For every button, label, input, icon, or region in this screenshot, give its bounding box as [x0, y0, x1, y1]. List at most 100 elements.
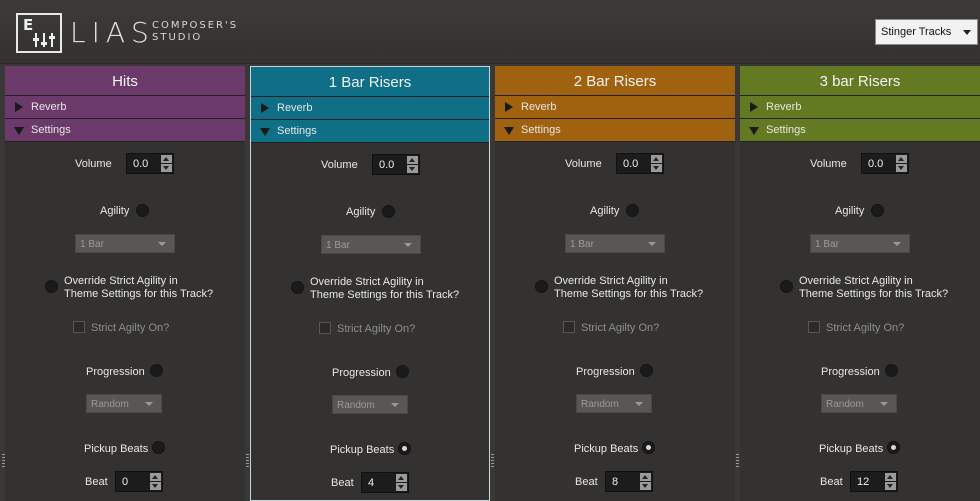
pickup-beats-radio[interactable]: [398, 442, 411, 455]
resize-grip[interactable]: [491, 454, 494, 468]
volume-value: 0.0: [133, 158, 149, 170]
progression-dropdown[interactable]: Random: [86, 394, 162, 413]
strict-agility-label: Strict Agilty On?: [337, 323, 416, 335]
reverb-section-toggle[interactable]: Reverb: [495, 96, 735, 119]
volume-spinbox[interactable]: 0.0: [861, 153, 909, 174]
beat-label: Beat: [575, 476, 598, 488]
progression-label: Progression: [332, 367, 391, 379]
increment-button[interactable]: [885, 473, 896, 481]
beat-spinbox[interactable]: 0: [115, 471, 163, 492]
increment-button[interactable]: [640, 473, 651, 481]
reverb-section-toggle[interactable]: Reverb: [740, 96, 980, 119]
progression-dropdown[interactable]: Random: [821, 394, 897, 413]
increment-button[interactable]: [407, 156, 418, 164]
reverb-label: Reverb: [31, 101, 67, 113]
logo-subtitle: COMPOSER'S STUDIO: [152, 20, 238, 44]
reverb-section-toggle[interactable]: Reverb: [5, 96, 245, 119]
track-title: 2 Bar Risers: [495, 66, 735, 96]
settings-label: Settings: [766, 124, 806, 136]
decrement-button[interactable]: [161, 164, 172, 172]
progression-radio[interactable]: [396, 365, 409, 378]
collapse-arrow-icon: [504, 127, 514, 135]
override-radio[interactable]: [45, 280, 58, 293]
increment-button[interactable]: [651, 155, 662, 163]
pickup-beats-radio[interactable]: [642, 441, 655, 454]
beat-spinbox[interactable]: 8: [605, 471, 653, 492]
agility-radio[interactable]: [136, 204, 149, 217]
progression-radio[interactable]: [150, 364, 163, 377]
beat-spinbox[interactable]: 4: [361, 472, 409, 493]
beat-value: 8: [612, 476, 619, 488]
chevron-down-icon: [145, 402, 153, 406]
override-radio[interactable]: [291, 281, 304, 294]
override-label-line2: Theme Settings for this Track?: [554, 288, 704, 300]
override-label-line1: Override Strict Agility in: [799, 275, 913, 287]
settings-section-toggle[interactable]: Settings: [5, 119, 245, 142]
increment-button[interactable]: [896, 155, 907, 163]
chevron-down-icon: [158, 242, 166, 246]
agility-bar-dropdown[interactable]: 1 Bar: [321, 235, 421, 254]
expand-arrow-icon: [505, 102, 513, 112]
pickup-beats-radio[interactable]: [152, 441, 165, 454]
strict-agility-label: Strict Agilty On?: [91, 322, 170, 334]
volume-label: Volume: [565, 158, 602, 170]
decrement-button[interactable]: [885, 482, 896, 490]
strict-agility-checkbox[interactable]: [563, 321, 575, 333]
progression-dropdown[interactable]: Random: [576, 394, 652, 413]
volume-spinbox[interactable]: 0.0: [126, 153, 174, 174]
track-panel: Hits Reverb Settings Volume 0.0 Agility …: [5, 66, 245, 501]
agility-bar-value: 1 Bar: [80, 239, 104, 250]
override-radio[interactable]: [780, 280, 793, 293]
increment-button[interactable]: [396, 474, 407, 482]
beat-label: Beat: [85, 476, 108, 488]
decrement-button[interactable]: [150, 482, 161, 490]
volume-spinbox[interactable]: 0.0: [616, 153, 664, 174]
agility-radio[interactable]: [871, 204, 884, 217]
decrement-button[interactable]: [640, 482, 651, 490]
reverb-section-toggle[interactable]: Reverb: [251, 97, 489, 120]
logo-letter: E: [23, 16, 34, 34]
beat-spinbox[interactable]: 12: [850, 471, 898, 492]
logo-name: LIAS: [70, 16, 155, 49]
progression-label: Progression: [86, 366, 145, 378]
track-type-select[interactable]: Stinger Tracks: [875, 19, 978, 45]
settings-section-toggle[interactable]: Settings: [251, 120, 489, 143]
progression-radio[interactable]: [640, 364, 653, 377]
decrement-button[interactable]: [396, 483, 407, 491]
agility-bar-dropdown[interactable]: 1 Bar: [565, 234, 665, 253]
agility-bar-dropdown[interactable]: 1 Bar: [810, 234, 910, 253]
beat-value: 0: [122, 476, 129, 488]
reverb-label: Reverb: [521, 101, 557, 113]
settings-section-toggle[interactable]: Settings: [495, 119, 735, 142]
settings-section-toggle[interactable]: Settings: [740, 119, 980, 142]
decrement-button[interactable]: [651, 164, 662, 172]
agility-radio[interactable]: [626, 204, 639, 217]
resize-grip[interactable]: [2, 454, 5, 468]
pickup-beats-label: Pickup Beats: [84, 443, 149, 455]
agility-label: Agility: [835, 205, 865, 217]
agility-label: Agility: [346, 206, 376, 218]
progression-radio[interactable]: [885, 364, 898, 377]
track-panel: 2 Bar Risers Reverb Settings Volume 0.0 …: [495, 66, 735, 501]
agility-bar-dropdown[interactable]: 1 Bar: [75, 234, 175, 253]
progression-label: Progression: [576, 366, 635, 378]
settings-body: Volume 0.0 Agility 1 Bar Override Strict…: [495, 142, 735, 500]
strict-agility-checkbox[interactable]: [73, 321, 85, 333]
decrement-button[interactable]: [896, 164, 907, 172]
agility-radio[interactable]: [382, 205, 395, 218]
volume-spinbox[interactable]: 0.0: [372, 154, 420, 175]
expand-arrow-icon: [261, 103, 269, 113]
progression-dropdown[interactable]: Random: [332, 395, 408, 414]
decrement-button[interactable]: [407, 165, 418, 173]
resize-grip[interactable]: [246, 454, 249, 468]
agility-label: Agility: [590, 205, 620, 217]
override-radio[interactable]: [535, 280, 548, 293]
track-panel: 3 bar Risers Reverb Settings Volume 0.0 …: [740, 66, 980, 501]
reverb-label: Reverb: [766, 101, 802, 113]
strict-agility-checkbox[interactable]: [808, 321, 820, 333]
pickup-beats-radio[interactable]: [887, 441, 900, 454]
increment-button[interactable]: [150, 473, 161, 481]
increment-button[interactable]: [161, 155, 172, 163]
strict-agility-checkbox[interactable]: [319, 322, 331, 334]
resize-grip[interactable]: [736, 454, 739, 468]
